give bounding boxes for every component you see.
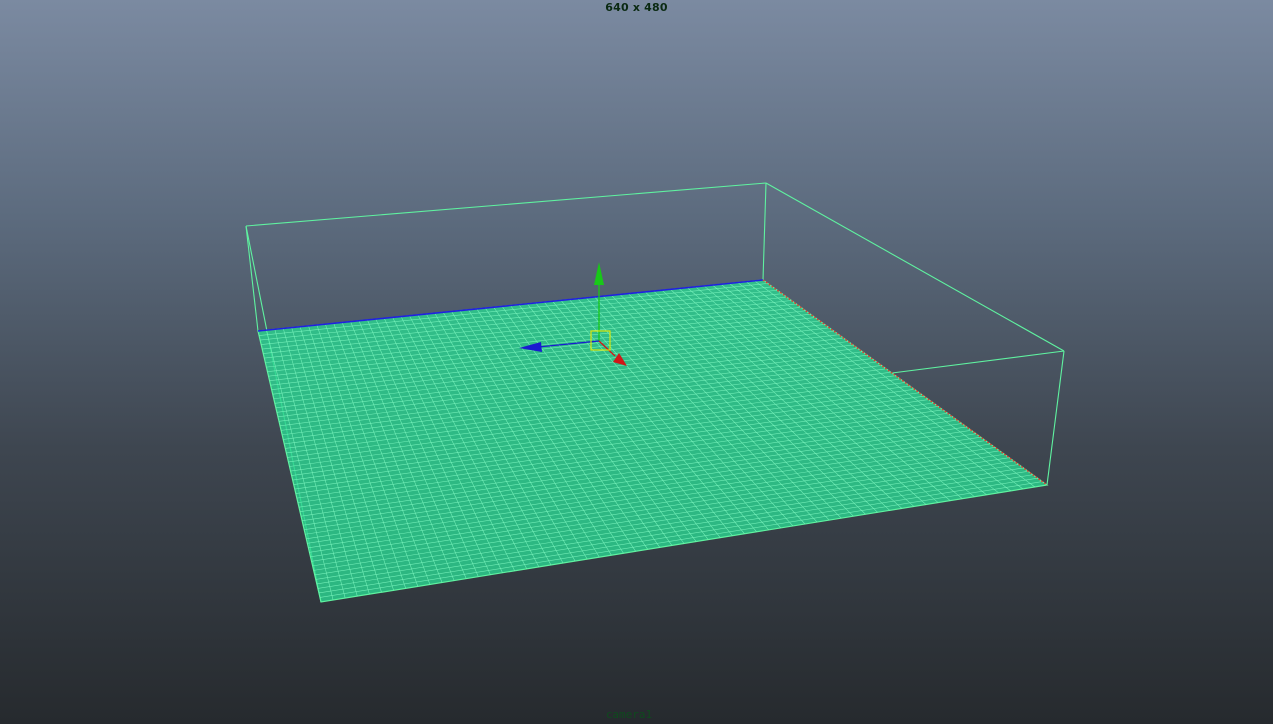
camera-name-label: camera1 — [605, 708, 653, 721]
resolution-gate-label: 640 x 480 — [605, 1, 668, 14]
bbox-right-vertical — [1046, 350, 1065, 486]
bbox-top-back-edge — [245, 182, 767, 227]
maya-viewport[interactable]: 640 x 480 camera1 — [0, 0, 1273, 724]
y-axis-arrow-icon[interactable] — [594, 262, 604, 285]
bbox-mid-front-edge — [891, 350, 1065, 374]
scene-3d[interactable] — [0, 0, 1273, 724]
bbox-back-vertical — [762, 182, 767, 281]
